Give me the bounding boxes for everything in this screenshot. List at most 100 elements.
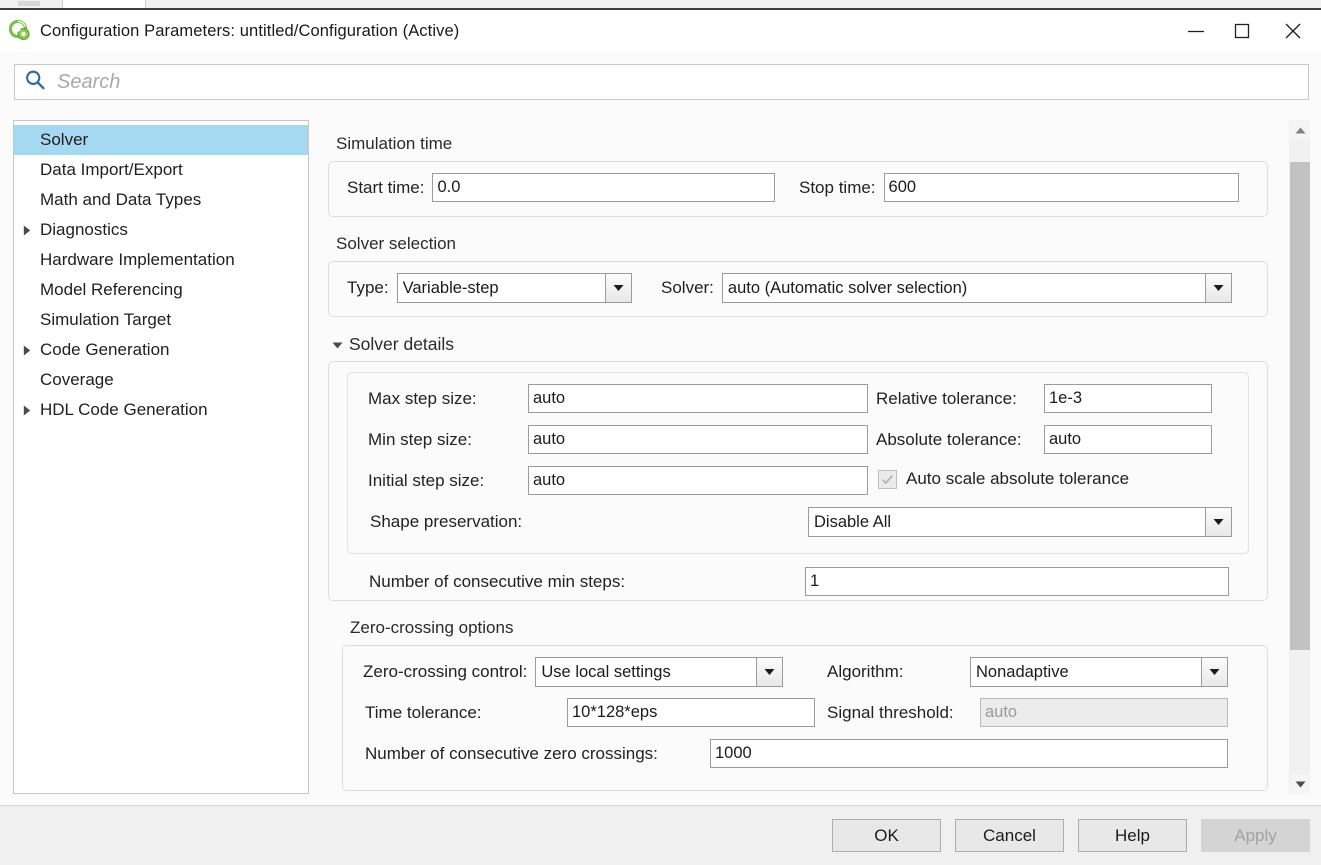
settings-tree: Solver Data Import/Export Math and Data Ty… [14, 121, 308, 425]
consecutive-min-steps-input[interactable] [805, 567, 1229, 596]
chevron-down-icon[interactable] [1201, 657, 1228, 687]
absolute-tolerance-input[interactable] [1044, 425, 1212, 454]
minimize-button[interactable] [1173, 10, 1219, 52]
sidebar-item-code-generation[interactable]: Code Generation [14, 335, 308, 365]
solver-selection-panel: Type: Variable-step Solver: auto (Automa… [328, 261, 1268, 317]
zero-crossing-section: Zero-crossing options Zero-crossing cont… [342, 618, 1268, 791]
solver-combo[interactable]: auto (Automatic solver selection) [721, 273, 1232, 303]
relative-tolerance-input[interactable] [1044, 384, 1212, 413]
auto-scale-absolute-tolerance-checkbox[interactable] [878, 469, 897, 489]
scroll-down-icon[interactable] [1290, 774, 1310, 794]
time-tolerance-input[interactable] [567, 698, 815, 727]
sidebar-item-hdl-code-generation[interactable]: HDL Code Generation [14, 395, 308, 425]
sidebar-item-label: Data Import/Export [40, 160, 183, 179]
initial-step-size-label: Initial step size: [368, 470, 485, 490]
chevron-down-icon[interactable] [756, 657, 784, 687]
search-input[interactable] [55, 66, 1300, 98]
sidebar-item-label: Simulation Target [40, 310, 172, 329]
maximize-button[interactable] [1219, 10, 1265, 52]
max-step-size-input[interactable] [528, 384, 868, 413]
time-tolerance-label: Time tolerance: [365, 702, 482, 722]
chevron-down-icon[interactable] [1204, 273, 1232, 303]
zero-crossing-control-label: Zero-crossing control: [363, 662, 528, 681]
start-time-input[interactable] [432, 173, 776, 202]
stop-time-label: Stop time: [799, 177, 876, 197]
sidebar-item-label: Coverage [40, 370, 114, 389]
simulation-time-section: Simulation time Start time: Stop time: [328, 134, 1268, 217]
stop-time-input[interactable] [883, 173, 1239, 202]
background-window-strip [0, 0, 1321, 8]
initial-step-size-input[interactable] [528, 466, 868, 495]
cancel-button[interactable]: Cancel [955, 819, 1064, 852]
scrollbar-thumb[interactable] [1290, 162, 1310, 650]
scroll-up-icon[interactable] [1290, 120, 1310, 140]
zero-crossing-title: Zero-crossing options [350, 618, 514, 637]
footer-buttons: OK Cancel Help Apply [832, 819, 1310, 852]
sidebar-item-simulation-target[interactable]: Simulation Target [14, 305, 308, 335]
sidebar-item-coverage[interactable]: Coverage [14, 365, 308, 395]
sidebar-item-math-and-data-types[interactable]: Math and Data Types [14, 185, 308, 215]
auto-scale-absolute-tolerance-label: Auto scale absolute tolerance [906, 469, 1130, 488]
sidebar-item-label: HDL Code Generation [40, 400, 208, 419]
algorithm-combo[interactable]: Nonadaptive [970, 657, 1228, 687]
dialog-footer: OK Cancel Help Apply [0, 805, 1321, 865]
ok-button[interactable]: OK [832, 819, 941, 852]
solver-type-combo[interactable]: Variable-step [396, 273, 632, 303]
solver-type-value: Variable-step [396, 273, 605, 303]
scrollbar-track[interactable] [1290, 140, 1310, 774]
zero-crossing-panel: Zero-crossing control: Use local setting… [342, 645, 1268, 791]
max-step-size-label: Max step size: [368, 388, 477, 408]
consecutive-zero-crossings-label: Number of consecutive zero crossings: [365, 743, 658, 763]
settings-tree-panel: Solver Data Import/Export Math and Data Ty… [13, 120, 309, 794]
content-scrollbar[interactable] [1289, 120, 1310, 794]
expand-arrow-icon[interactable] [14, 345, 40, 356]
start-time-label: Start time: [347, 177, 425, 197]
min-step-size-label: Min step size: [368, 429, 472, 449]
sidebar-item-data-import-export[interactable]: Data Import/Export [14, 155, 308, 185]
search-icon [24, 69, 46, 96]
title-bar: Configuration Parameters: untitled/Confi… [0, 10, 1321, 52]
window-title: Configuration Parameters: untitled/Confi… [40, 21, 460, 40]
algorithm-value: Nonadaptive [970, 657, 1201, 687]
algorithm-label: Algorithm: [827, 662, 904, 681]
window-controls [1173, 10, 1321, 52]
solver-details-section: Solver details Max step size: Relative t… [328, 334, 1268, 601]
solver-details-inner-panel: Max step size: Relative tolerance: Min s… [347, 372, 1249, 554]
background-window-button [18, 1, 40, 6]
shape-preservation-value: Disable All [808, 507, 1205, 537]
shape-preservation-label: Shape preservation: [370, 512, 523, 531]
settings-content-pane: Simulation time Start time: Stop time: S… [320, 120, 1279, 794]
expand-arrow-icon[interactable] [14, 405, 40, 416]
expand-arrow-icon[interactable] [14, 225, 40, 236]
background-window-tab [62, 0, 146, 8]
sidebar-item-solver[interactable]: Solver [14, 125, 308, 155]
search-box[interactable] [14, 64, 1309, 100]
sidebar-item-label: Model Referencing [40, 280, 183, 299]
zero-crossing-control-value: Use local settings [535, 657, 757, 687]
simulation-time-panel: Start time: Stop time: [328, 161, 1268, 217]
simulation-time-title: Simulation time [336, 134, 453, 153]
sidebar-item-label: Diagnostics [40, 220, 128, 239]
chevron-down-icon[interactable] [1205, 507, 1232, 537]
solver-label: Solver: [661, 278, 714, 297]
dialog-body: Solver Data Import/Export Math and Data Ty… [0, 110, 1321, 805]
min-step-size-input[interactable] [528, 425, 868, 454]
sidebar-item-label: Hardware Implementation [40, 250, 235, 269]
solver-selection-section: Solver selection Type: Variable-step Sol… [328, 234, 1268, 317]
sidebar-item-hardware-implementation[interactable]: Hardware Implementation [14, 245, 308, 275]
zero-crossing-control-combo[interactable]: Use local settings [535, 657, 784, 687]
solver-details-panel: Max step size: Relative tolerance: Min s… [328, 361, 1268, 601]
consecutive-zero-crossings-input[interactable] [710, 739, 1228, 768]
sidebar-item-model-referencing[interactable]: Model Referencing [14, 275, 308, 305]
sidebar-item-label: Math and Data Types [40, 190, 202, 209]
solver-details-disclosure[interactable]: Solver details [332, 334, 1268, 355]
solver-value: auto (Automatic solver selection) [721, 273, 1205, 303]
chevron-down-icon[interactable] [604, 273, 632, 303]
search-bar-row [0, 52, 1321, 110]
simulink-icon [9, 20, 31, 42]
sidebar-item-diagnostics[interactable]: Diagnostics [14, 215, 308, 245]
help-button[interactable]: Help [1078, 819, 1187, 852]
chevron-down-icon [332, 336, 343, 354]
close-button[interactable] [1265, 10, 1321, 52]
shape-preservation-combo[interactable]: Disable All [808, 507, 1232, 537]
